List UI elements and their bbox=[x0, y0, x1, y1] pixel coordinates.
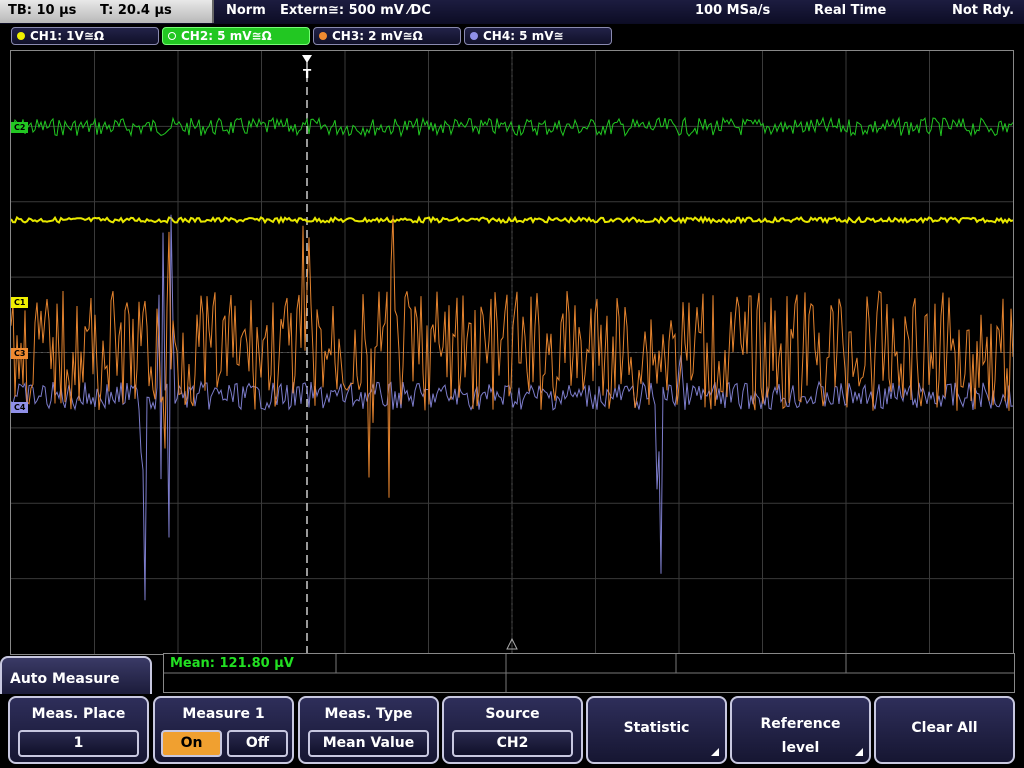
ch3-label: CH3: 2 mV≅Ω bbox=[332, 29, 423, 43]
channel-tab-ch2[interactable]: CH2: 5 mV≅Ω bbox=[162, 27, 310, 45]
ch1-color-dot bbox=[17, 32, 25, 40]
ch2-level-marker[interactable]: C2 bbox=[11, 122, 29, 133]
menu-title: Auto Measure bbox=[10, 671, 120, 687]
ch4-label: CH4: 5 mV≅ bbox=[483, 29, 564, 43]
reference-level-label: Reference level bbox=[732, 712, 869, 760]
reference-level-softkey[interactable]: Reference level bbox=[730, 696, 871, 764]
channel-tab-ch1[interactable]: CH1: 1V≅Ω bbox=[11, 27, 159, 45]
timebase-readout: TB: 10 µs bbox=[8, 3, 77, 18]
softkey-bar: Meas. Place 1 Measure 1 On Off Meas. Typ… bbox=[0, 694, 1024, 768]
channel-tab-ch4[interactable]: CH4: 5 mV≅ bbox=[464, 27, 612, 45]
statistic-label: Statistic bbox=[623, 720, 690, 736]
ch3-level-marker[interactable]: C3 bbox=[11, 348, 29, 359]
measure-off-option[interactable]: Off bbox=[227, 730, 288, 757]
channel-tab-ch3[interactable]: CH3: 2 mV≅Ω bbox=[313, 27, 461, 45]
clear-all-label: Clear All bbox=[911, 720, 978, 736]
ch4-level-marker[interactable]: C4 bbox=[11, 402, 29, 413]
source-label: Source bbox=[485, 706, 540, 722]
trigger-mode[interactable]: Norm bbox=[226, 3, 266, 18]
measurement-panel: Mean: 121.80 µV bbox=[163, 653, 1015, 693]
ch1-label: CH1: 1V≅Ω bbox=[30, 29, 105, 43]
measure-on-option[interactable]: On bbox=[161, 730, 222, 757]
meas-place-value[interactable]: 1 bbox=[18, 730, 139, 757]
timebase-box[interactable]: TB: 10 µs T: 20.4 µs bbox=[0, 0, 214, 23]
ch1-level-marker[interactable]: C1 bbox=[11, 297, 29, 308]
status-bar: TB: 10 µs T: 20.4 µs Norm Extern≅: 500 m… bbox=[0, 0, 1024, 25]
trigger-time-readout: T: 20.4 µs bbox=[100, 3, 172, 18]
meas-place-label: Meas. Place bbox=[31, 706, 126, 722]
menu-title-tab: Auto Measure bbox=[0, 656, 152, 696]
source-value[interactable]: CH2 bbox=[452, 730, 573, 757]
ch2-label: CH2: 5 mV≅Ω bbox=[181, 29, 272, 43]
meas-type-label: Meas. Type bbox=[324, 706, 413, 722]
acquisition-state: Not Rdy. bbox=[952, 3, 1015, 18]
ch2-color-dot bbox=[168, 32, 176, 40]
meas-type-softkey[interactable]: Meas. Type Mean Value bbox=[298, 696, 439, 764]
trigger-position-marker[interactable]: T bbox=[303, 67, 311, 81]
measure-softkey[interactable]: Measure 1 On Off bbox=[153, 696, 294, 764]
acquisition-mode: Real Time bbox=[814, 3, 887, 18]
submenu-corner-icon bbox=[855, 748, 863, 756]
trigger-source[interactable]: Extern≅: 500 mV ⁄DC bbox=[280, 3, 431, 18]
reference-level-line1: Reference bbox=[760, 716, 841, 732]
statistic-softkey[interactable]: Statistic bbox=[586, 696, 727, 764]
clear-all-softkey[interactable]: Clear All bbox=[874, 696, 1015, 764]
measurement-grid bbox=[164, 654, 1014, 692]
ch3-color-dot bbox=[319, 32, 327, 40]
measure-toggle[interactable]: On Off bbox=[161, 730, 288, 757]
meas-type-value[interactable]: Mean Value bbox=[308, 730, 429, 757]
measure-label: Measure 1 bbox=[182, 706, 265, 722]
ch4-color-dot bbox=[470, 32, 478, 40]
waveform-display[interactable]: C2 C1 C3 C4 T bbox=[10, 50, 1014, 655]
meas-place-softkey[interactable]: Meas. Place 1 bbox=[8, 696, 149, 764]
waveform-traces bbox=[11, 116, 1013, 601]
source-softkey[interactable]: Source CH2 bbox=[442, 696, 583, 764]
channel-bar: CH1: 1V≅Ω CH2: 5 mV≅Ω CH3: 2 mV≅Ω CH4: 5… bbox=[0, 24, 1024, 48]
submenu-corner-icon bbox=[711, 748, 719, 756]
sample-rate: 100 MSa/s bbox=[695, 3, 771, 18]
reference-level-line2: level bbox=[781, 740, 820, 756]
